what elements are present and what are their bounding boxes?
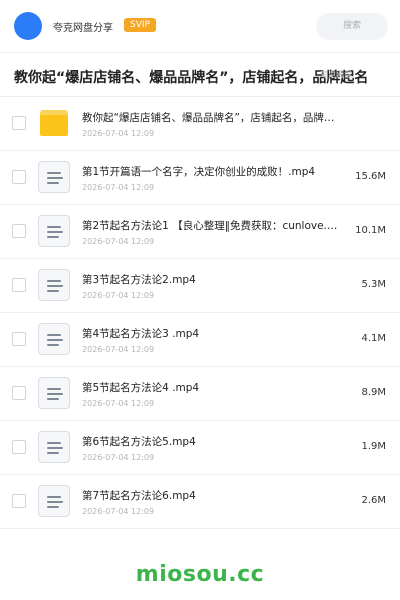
document-icon-graphic [38,323,70,355]
document-icon-graphic [38,161,70,193]
file-name: 第1节开篇语一个名字，决定你创业的成败！.mp4 [82,166,316,178]
file-date: 2026-07-04 12:09 [82,399,155,408]
file-date: 2026-07-04 12:09 [82,453,155,462]
avatar[interactable] [14,12,42,40]
watermark-text: miosou.cc [135,562,265,587]
document-icon [38,215,70,247]
file-row[interactable]: 教你起“爆店店铺名、爆品品牌名”，店铺起名，品牌起名 2026-07-04 12… [0,97,400,151]
document-icon-graphic [38,431,70,463]
document-icon-graphic [38,485,70,517]
file-row[interactable]: 第4节起名方法论3 .mp4 2026-07-04 12:09 4.1M [0,313,400,367]
app-header: 夸克网盘分享 SVIP 搜索 [0,0,400,52]
file-size: 1.9M [361,441,386,452]
title-bar: 教你起“爆店店铺名、爆品品牌名”，店铺起名，品牌起名 夸克网盘 [0,52,400,97]
row-checkbox[interactable] [12,494,26,508]
file-size: 15.6M [355,171,386,182]
file-name: 第6节起名方法论5.mp4 [82,436,196,448]
document-icon [38,485,70,517]
svip-badge: SVIP [124,18,156,32]
file-name: 第7节起名方法论6.mp4 [82,490,196,502]
document-icon [38,431,70,463]
file-name: 第3节起名方法论2.mp4 [82,274,196,286]
row-checkbox[interactable] [12,170,26,184]
file-date: 2026-07-04 12:09 [82,237,155,246]
document-icon [38,377,70,409]
sharer-name: 夸克网盘分享 [53,23,113,34]
file-size: 4.1M [361,333,386,344]
folder-icon [38,107,70,139]
file-size: 2.6M [361,495,386,506]
document-icon [38,161,70,193]
document-icon-graphic [38,215,70,247]
row-checkbox[interactable] [12,224,26,238]
file-name: 第4节起名方法论3 .mp4 [82,328,200,340]
search-input[interactable]: 搜索 [316,13,388,40]
file-row[interactable]: 第7节起名方法论6.mp4 2026-07-04 12:09 2.6M [0,475,400,529]
file-date: 2026-07-04 12:09 [82,345,155,354]
file-date: 2026-07-04 12:09 [82,291,155,300]
title-overlay-text: 夸克网盘 [320,70,352,79]
file-row[interactable]: 第3节起名方法论2.mp4 2026-07-04 12:09 5.3M [0,259,400,313]
file-name: 第2节起名方法论1 【良心整理‖免费获取：cunlove.cn】.mp4 [82,220,342,232]
file-name: 教你起“爆店店铺名、爆品品牌名”，店铺起名，品牌起名 [82,112,342,124]
file-date: 2026-07-04 12:09 [82,507,155,516]
document-icon [38,323,70,355]
document-icon [38,269,70,301]
file-row[interactable]: 第6节起名方法论5.mp4 2026-07-04 12:09 1.9M [0,421,400,475]
file-size: 5.3M [361,279,386,290]
file-date: 2026-07-04 12:09 [82,129,155,138]
document-icon-graphic [38,377,70,409]
row-checkbox[interactable] [12,332,26,346]
file-row[interactable]: 第2节起名方法论1 【良心整理‖免费获取：cunlove.cn】.mp4 202… [0,205,400,259]
file-date: 2026-07-04 12:09 [82,183,155,192]
folder-body [40,115,68,136]
file-row[interactable]: 第1节开篇语一个名字，决定你创业的成败！.mp4 2026-07-04 12:0… [0,151,400,205]
file-name: 第5节起名方法论4 .mp4 [82,382,200,394]
file-list: 教你起“爆店店铺名、爆品品牌名”，店铺起名，品牌起名 2026-07-04 12… [0,97,400,529]
file-size: 10.1M [355,225,386,236]
document-icon-graphic [38,269,70,301]
row-checkbox[interactable] [12,116,26,130]
row-checkbox[interactable] [12,386,26,400]
folder-icon-graphic [40,110,68,136]
row-checkbox[interactable] [12,278,26,292]
file-size: 8.9M [361,387,386,398]
file-row[interactable]: 第5节起名方法论4 .mp4 2026-07-04 12:09 8.9M [0,367,400,421]
row-checkbox[interactable] [12,440,26,454]
